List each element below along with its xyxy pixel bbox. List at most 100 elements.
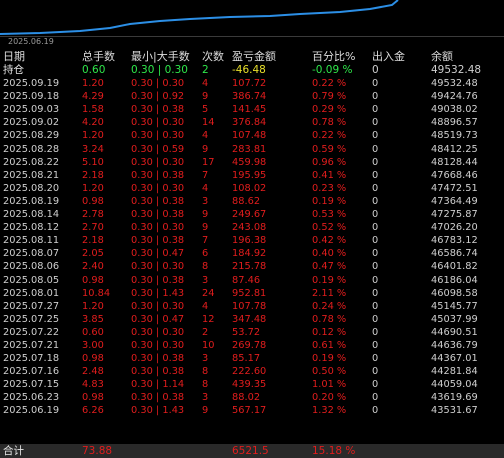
row-date: 2025.08.20 [3,182,60,194]
row-date: 2025.08.11 [3,235,60,247]
balance-curve-line [0,0,399,35]
table-row[interactable]: 2025.08.01 10.84 0.30 | 1.43 24 952.81 2.11 %… [0,287,504,300]
row-lots: 1.20 [82,182,104,194]
table-row[interactable]: 2025.08.05 0.98 0.30 | 0.38 3 87.46 0.19 % 0 46… [0,274,504,287]
row-lots: 2.18 [82,235,104,247]
balance-curve-chart [0,0,504,37]
table-row[interactable]: 2025.08.07 2.05 0.30 | 0.47 6 184.92 0.40 % 0 4… [0,247,504,260]
row-pct: 0.47 % [312,261,347,273]
row-date: 2025.09.19 [3,78,60,90]
table-row[interactable]: 2025.09.03 1.58 0.30 | 0.38 5 141.45 0.29 % 0 4… [0,103,504,116]
header-count: 次数 [202,50,224,63]
table-row[interactable]: 2025.08.06 2.40 0.30 | 0.30 8 215.78 0.47 % 0 4… [0,260,504,273]
row-pct: 0.22 % [312,130,347,142]
table-row[interactable]: 2025.09.18 4.29 0.30 | 0.92 9 386.74 0.79 % 0 4… [0,90,504,103]
table-row[interactable]: 2025.08.19 0.98 0.30 | 0.38 3 88.62 0.19 % 0 47… [0,195,504,208]
table-row[interactable]: 2025.07.16 2.48 0.30 | 0.38 8 222.60 0.50 % 0 4… [0,365,504,378]
row-date: 2025.09.03 [3,104,60,116]
table-row[interactable]: 2025.08.20 1.20 0.30 | 0.30 4 108.02 0.23 % 0 4… [0,182,504,195]
row-count: 4 [202,300,209,312]
row-date: 2025.07.15 [3,379,60,391]
row-pnl: 85.17 [232,353,261,365]
row-balance: 44690.51 [431,326,478,338]
row-minmax: 0.30 | 0.92 [131,91,185,103]
row-flow: 0 [372,339,379,351]
row-pnl: 141.45 [232,104,267,116]
table-row[interactable]: 2025.07.21 3.00 0.30 | 0.30 10 269.78 0.61 % 0… [0,339,504,352]
row-count: 3 [202,392,209,404]
row-pct: 0.53 % [312,209,347,221]
row-minmax: 0.30 | 0.59 [131,143,185,155]
row-flow: 0 [372,405,379,417]
table-row[interactable]: 2025.08.21 2.18 0.30 | 0.38 7 195.95 0.41 % 0 4… [0,169,504,182]
table-row[interactable]: 2025.09.19 1.20 0.30 | 0.30 4 107.72 0.22 % 0 4… [0,77,504,90]
chart-date-label: 2025.06.19 [8,37,54,46]
row-pnl: 222.60 [232,366,267,378]
row-count: 7 [202,169,209,181]
row-count: 3 [202,353,209,365]
row-flow: 0 [372,274,379,286]
row-flow: 0 [372,326,379,338]
row-balance: 45037.99 [431,313,478,325]
row-balance: 43619.69 [431,392,478,404]
table-row[interactable]: 2025.07.22 0.60 0.30 | 0.30 2 53.72 0.12 % 0 44… [0,326,504,339]
row-pct: 0.23 % [312,182,347,194]
row-lots: 6.26 [82,405,104,417]
row-lots: 2.40 [82,261,104,273]
row-flow: 0 [372,104,379,116]
row-pnl: 439.35 [232,379,267,391]
holding-pnl: -46.48 [232,64,266,76]
row-pct: 0.29 % [312,104,347,116]
table-row[interactable]: 2025.08.28 3.24 0.30 | 0.59 9 283.81 0.59 % 0 4… [0,143,504,156]
row-pct: 0.59 % [312,143,347,155]
table-row[interactable]: 2025.08.11 2.18 0.30 | 0.38 7 196.38 0.42 % 0 4… [0,234,504,247]
row-date: 2025.08.14 [3,209,60,221]
row-balance: 44367.01 [431,353,478,365]
row-balance: 49424.76 [431,91,478,103]
table-row[interactable]: 2025.09.02 4.20 0.30 | 0.30 14 376.84 0.78 % 0… [0,116,504,129]
row-lots: 1.20 [82,130,104,142]
row-lots: 2.70 [82,222,104,234]
table-row[interactable]: 2025.07.18 0.98 0.30 | 0.38 3 85.17 0.19 % 0 44… [0,352,504,365]
row-pnl: 459.98 [232,156,267,168]
row-lots: 0.98 [82,195,104,207]
row-count: 4 [202,78,209,90]
table-row[interactable]: 2025.08.22 5.10 0.30 | 0.30 17 459.98 0.96 % 0… [0,156,504,169]
table-row[interactable]: 2025.06.19 6.26 0.30 | 1.43 9 567.17 1.32 % 0 4… [0,404,504,417]
table-row[interactable]: 2025.07.25 3.85 0.30 | 0.47 12 347.48 0.78 % 0… [0,313,504,326]
holding-row[interactable]: 持仓 0.60 0.30 | 0.30 2 -46.48 -0.09 % 0 4… [0,64,504,77]
row-count: 24 [202,287,215,299]
row-flow: 0 [372,235,379,247]
table-row[interactable]: 2025.06.23 0.98 0.30 | 0.38 3 88.02 0.20 % 0 43… [0,391,504,404]
row-lots: 1.20 [82,78,104,90]
row-balance: 44059.04 [431,379,478,391]
row-count: 17 [202,156,215,168]
row-minmax: 0.30 | 0.38 [131,392,185,404]
table-row[interactable]: 2025.08.29 1.20 0.30 | 0.30 4 107.48 0.22 % 0 4… [0,129,504,142]
row-pct: 0.41 % [312,169,347,181]
table-row[interactable]: 2025.08.12 2.70 0.30 | 0.30 9 243.08 0.52 % 0 4… [0,221,504,234]
header-balance: 余额 [431,50,453,63]
row-pct: 0.96 % [312,156,347,168]
row-flow: 0 [372,300,379,312]
table-row[interactable]: 2025.08.14 2.78 0.30 | 0.38 9 249.67 0.53 % 0 4… [0,208,504,221]
row-flow: 0 [372,248,379,260]
row-count: 3 [202,274,209,286]
table-row[interactable]: 2025.07.15 4.83 0.30 | 1.14 8 439.35 1.01 % 0 4… [0,378,504,391]
row-pct: 0.40 % [312,248,347,260]
row-date: 2025.07.16 [3,366,60,378]
row-date: 2025.09.18 [3,91,60,103]
row-date: 2025.08.07 [3,248,60,260]
row-minmax: 0.30 | 0.38 [131,274,185,286]
row-balance: 44281.84 [431,366,478,378]
holding-balance: 49532.48 [431,64,482,76]
row-minmax: 0.30 | 0.30 [131,117,185,129]
row-pnl: 88.62 [232,195,261,207]
row-balance: 46098.58 [431,287,478,299]
holding-label: 持仓 [3,64,24,76]
row-lots: 2.05 [82,248,104,260]
table-row[interactable]: 2025.07.27 1.20 0.30 | 0.30 4 107.78 0.24 % 0 4… [0,300,504,313]
row-pnl: 269.78 [232,339,267,351]
row-minmax: 0.30 | 0.30 [131,339,185,351]
row-count: 3 [202,195,209,207]
